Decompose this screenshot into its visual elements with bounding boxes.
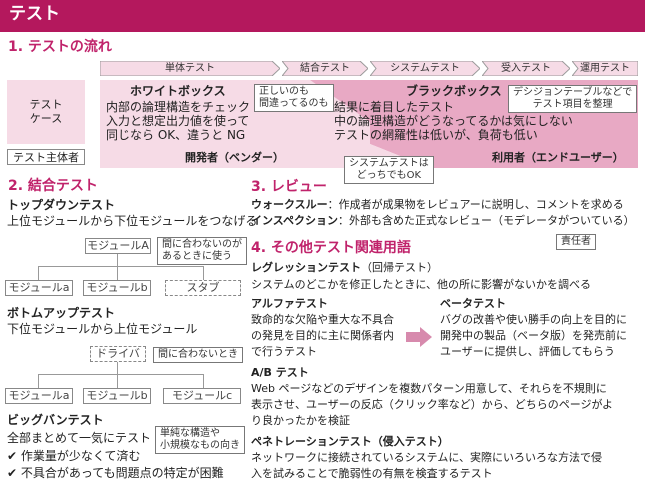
regression-paren: （回帰テスト） (361, 261, 438, 274)
developer-label: 開発者（ベンダー） (185, 151, 284, 164)
blackbox-line: 中の論理構造がどうなってるかは気にしない (334, 114, 573, 128)
beta-line: ユーザーに提供し、評価してもらう (440, 345, 615, 358)
alpha-line: 致命的な欠陥や重大な不具合 (251, 313, 394, 326)
callout-system-test: システムテストは どっちでもOK (344, 156, 434, 184)
blackbox-title: ブラックボックス (406, 84, 502, 98)
beta-line: 開発中の製品（ベータ版）を発売前に (440, 329, 627, 342)
tree-line (38, 374, 39, 388)
bottomup-title: ボトムアップテスト (7, 306, 116, 320)
beta-title: ベータテスト (440, 297, 506, 310)
section-title-flow: 1. テストの流れ (8, 39, 112, 55)
whitebox-line: 入力と想定出力値を使って (106, 114, 250, 128)
inspection-desc: ：外部も含めた正式なレビュー（モデレータがついている） (338, 214, 635, 227)
module-b-box: モジュールb (83, 280, 151, 296)
stub-box: スタブ (165, 280, 241, 296)
module-c-box: モジュールc (163, 388, 241, 404)
phase-label: システムテスト (390, 63, 460, 74)
regression-title: レグレッションテスト (251, 261, 361, 274)
alpha-line: で行うテスト (251, 345, 317, 358)
test-case-label: ケース (29, 112, 63, 125)
actor-label: テスト主体者 (13, 151, 79, 164)
alpha-line: の発見を目的に主に関係者内 (251, 329, 394, 342)
page-title: テスト (9, 4, 60, 24)
module-a-box: モジュールa (5, 388, 73, 404)
penetration-line: ネットワークに接続されているシステムに、実際にいろいろな方法で侵 (251, 451, 603, 464)
phase-label: 結合テスト (300, 63, 350, 74)
callout-correct: 正しいのも 間違ってるのも (254, 84, 334, 112)
bigbang-pros: ✔ 作業量が少なくて済む (7, 449, 141, 463)
tree-line (38, 374, 203, 375)
section-title-others: 4. その他テスト関連用語 (251, 240, 411, 256)
inspection-term: インスペクション (251, 214, 339, 227)
bigbang-title: ビッグバンテスト (7, 413, 104, 427)
phase-system-test: システムテスト (370, 61, 480, 76)
penetration-title: ペネトレーションテスト（侵入テスト） (251, 435, 449, 448)
module-a-box: モジュールa (5, 280, 73, 296)
walkthrough-line: ウォークスルー：作成者が成果物をレビュアーに説明し、コメントを求める (251, 199, 624, 210)
tree-line (117, 362, 118, 374)
ab-line: り良かったかを検証 (251, 414, 350, 427)
tree-line (203, 266, 204, 280)
module-b-box: モジュールb (83, 388, 151, 404)
phase-label: 運用テスト (580, 63, 630, 74)
phase-operation-test: 運用テスト (572, 61, 638, 76)
regression-heading: レグレッションテスト（回帰テスト） (251, 262, 438, 273)
alpha-title: アルファテスト (251, 297, 328, 310)
callout-responsible: 責任者 (556, 234, 596, 250)
penetration-line: 入を試みることで脆弱性の有無を検査するテスト (251, 467, 493, 480)
beta-line: バグの改善や使い勝手の向上を目的に (440, 313, 627, 326)
phase-integration-test: 結合テスト (282, 61, 368, 76)
ab-line: 表示させ、ユーザーの反応（クリック率など）から、どちらのページがよ (251, 398, 614, 411)
blackbox-line: 結果に着目したテスト (334, 100, 455, 114)
walkthrough-desc: ：作成者が成果物をレビュアーに説明し、コメントを求める (327, 198, 624, 211)
tree-line (117, 254, 118, 266)
callout-decision-table: デシジョンテーブルなどで テスト項目を整理 (508, 85, 638, 113)
topdown-desc: 上位モジュールから下位モジュールをつなげる (7, 214, 258, 228)
callout-topdown: 間に合わないのが あるときに使う (157, 237, 247, 265)
whitebox-line: 同じなら OK、違うと NG (106, 128, 246, 142)
header-underline (0, 30, 645, 32)
header-bar (0, 0, 645, 30)
section-title-review: 3. レビュー (251, 179, 327, 195)
tree-line (117, 374, 118, 388)
whitebox-line: 内部の論理構造をチェック (106, 100, 251, 114)
bottomup-desc: 下位モジュールから上位モジュール (7, 322, 198, 336)
bigbang-cons: ✔ 不具合があっても問題点の特定が困難 (7, 466, 224, 480)
driver-box: ドライバ (90, 346, 146, 362)
callout-bigbang: 単純な構造や 小規模なもの向き (155, 426, 245, 454)
module-A-box: モジュールA (85, 238, 151, 254)
callout-bottomup: 間に合わないとき (153, 347, 243, 363)
bigbang-desc: 全部まとめて一気にテスト (7, 431, 152, 445)
phase-acceptance-test: 受入テスト (482, 61, 570, 76)
regression-desc: システムのどこかを修正したときに、他の所に影響がないかを調べる (251, 278, 592, 291)
phase-label: 受入テスト (501, 63, 551, 74)
phase-label: 単体テスト (165, 63, 215, 74)
ab-line: Web ページなどのデザインを複数パターン用意して、それらを不規則に (251, 382, 607, 395)
tree-line (38, 266, 203, 267)
ab-title: A/B テスト (251, 366, 309, 379)
user-label: 利用者（エンドユーザー） (492, 151, 624, 164)
arrow-right-icon (406, 327, 432, 347)
section-title-integration: 2. 結合テスト (8, 178, 98, 194)
topdown-title: トップダウンテスト (7, 198, 116, 212)
inspection-line: インスペクション：外部も含めた正式なレビュー（モデレータがついている） (251, 215, 635, 226)
phase-unit-test: 単体テスト (100, 61, 280, 76)
test-case-label: テスト (29, 98, 63, 111)
walkthrough-term: ウォークスルー (251, 198, 328, 211)
tree-line (117, 266, 118, 280)
tree-line (38, 266, 39, 280)
tree-line (203, 374, 204, 388)
whitebox-title: ホワイトボックス (130, 84, 226, 98)
blackbox-line: テストの網羅性は低いが、負荷も低い (334, 128, 538, 142)
